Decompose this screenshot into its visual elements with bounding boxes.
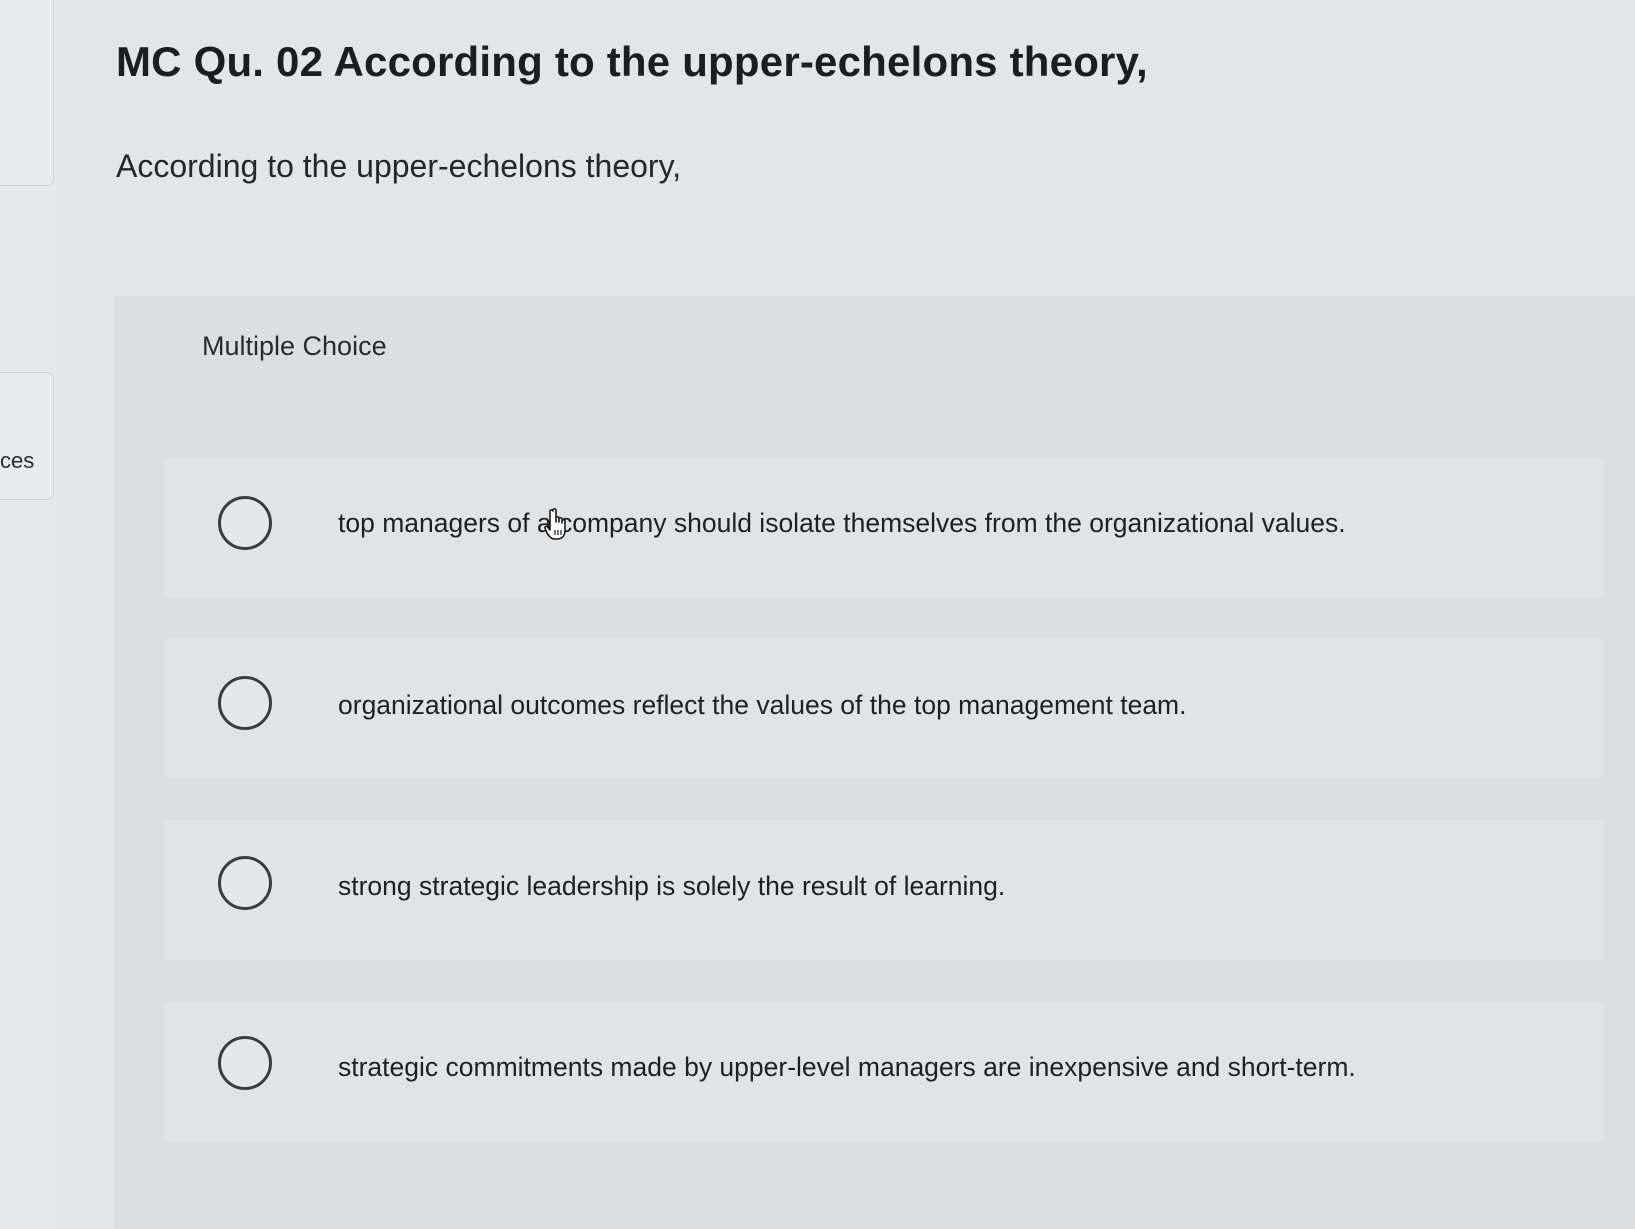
choice-option-label[interactable]: strategic commitments made by upper-leve… bbox=[338, 1052, 1356, 1083]
question-title: MC Qu. 02 According to the upper-echelon… bbox=[116, 38, 1148, 85]
choice-option[interactable]: strategic commitments made by upper-leve… bbox=[164, 1002, 1604, 1142]
choice-option[interactable]: organizational outcomes reflect the valu… bbox=[164, 638, 1604, 778]
choice-option[interactable]: top managers of a company should isolate… bbox=[164, 458, 1604, 598]
multiple-choice-heading: Multiple Choice bbox=[202, 331, 387, 361]
hand-pointer-icon bbox=[544, 508, 566, 540]
radio-unselected-icon[interactable] bbox=[218, 676, 272, 730]
choice-option-label[interactable]: top managers of a company should isolate… bbox=[338, 508, 1346, 539]
sidebar-card-top[interactable] bbox=[0, 0, 54, 186]
radio-unselected-icon[interactable] bbox=[218, 1036, 272, 1090]
radio-unselected-icon[interactable] bbox=[218, 856, 272, 910]
choice-option[interactable]: strong strategic leadership is solely th… bbox=[164, 820, 1604, 960]
sidebar-card-resources[interactable] bbox=[0, 372, 54, 500]
radio-unselected-icon[interactable] bbox=[218, 496, 272, 550]
sidebar-item-label[interactable]: ces bbox=[0, 448, 40, 474]
choice-option-label[interactable]: strong strategic leadership is solely th… bbox=[338, 871, 1005, 902]
left-sidebar: ces bbox=[0, 0, 56, 1229]
choice-option-label[interactable]: organizational outcomes reflect the valu… bbox=[338, 690, 1187, 721]
question-prompt: According to the upper-echelons theory, bbox=[116, 148, 682, 184]
